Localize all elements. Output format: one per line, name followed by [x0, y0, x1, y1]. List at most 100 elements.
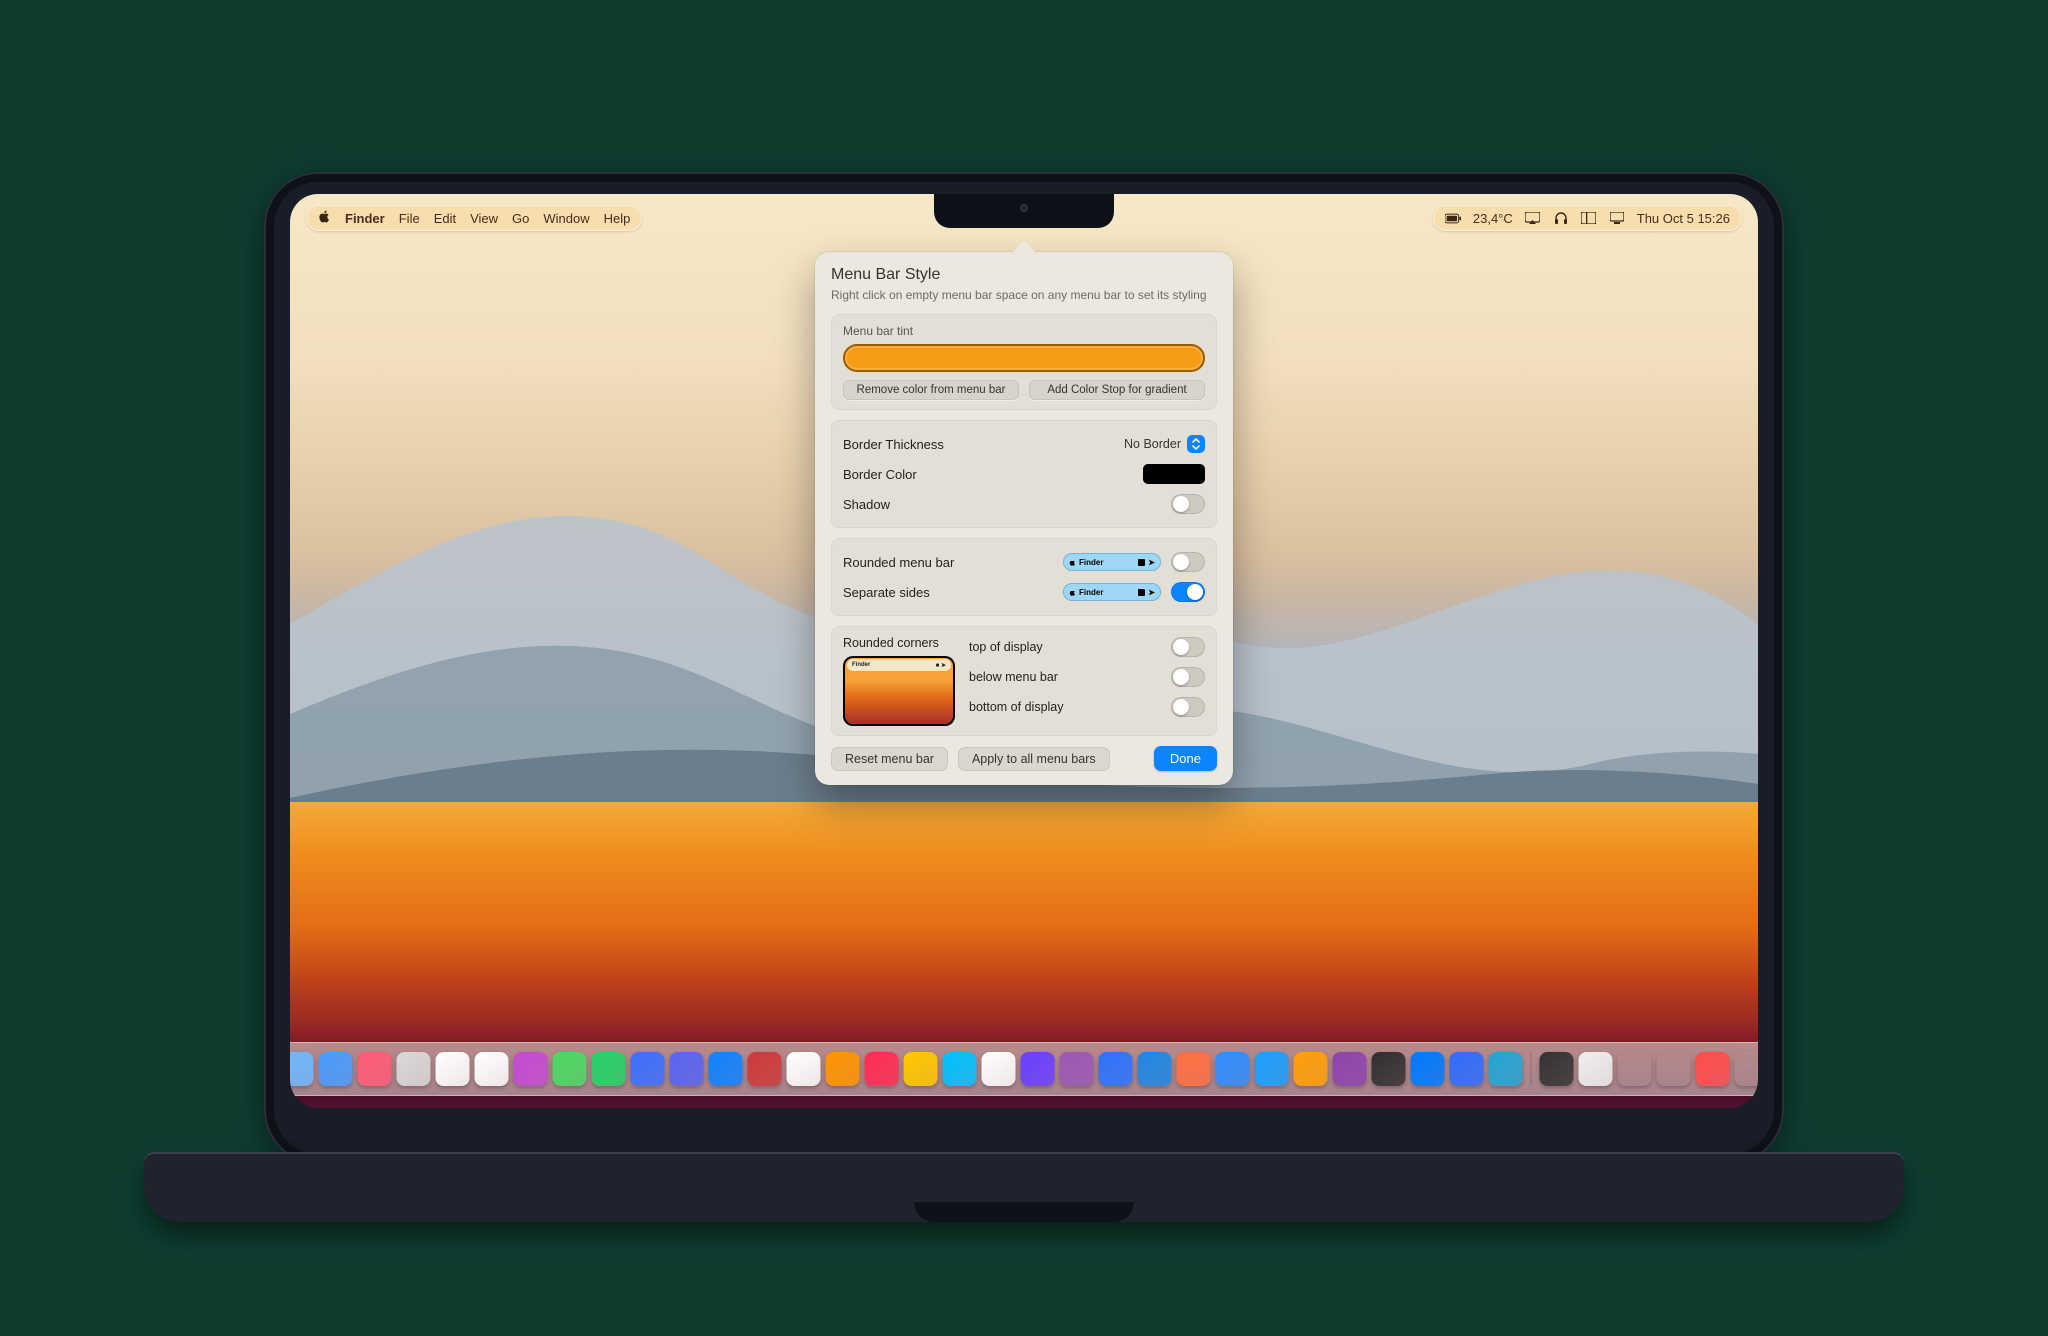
- dock-app[interactable]: [1216, 1052, 1250, 1086]
- stage-manager-icon[interactable]: [1581, 210, 1597, 226]
- menubar-item-window[interactable]: Window: [543, 211, 589, 226]
- menubar-right-pill: 23,4°C Thu Oct 5 15:26: [1433, 205, 1742, 231]
- section-border: Border Thickness No Border Border Color …: [831, 420, 1217, 528]
- popover-title: Menu Bar Style: [831, 266, 1217, 284]
- dock-app[interactable]: [1618, 1052, 1652, 1086]
- dock-app[interactable]: [1060, 1052, 1094, 1086]
- dock-app[interactable]: [475, 1052, 509, 1086]
- add-color-stop-button[interactable]: Add Color Stop for gradient: [1029, 380, 1205, 400]
- section-tint: Menu bar tint Remove color from menu bar…: [831, 314, 1217, 410]
- dock-app[interactable]: [1489, 1052, 1523, 1086]
- remove-color-button[interactable]: Remove color from menu bar: [843, 380, 1019, 400]
- border-color-swatch[interactable]: [1143, 464, 1205, 484]
- tint-label: Menu bar tint: [843, 324, 1205, 338]
- dock-app[interactable]: [709, 1052, 743, 1086]
- dock-app[interactable]: [1450, 1052, 1484, 1086]
- menubar-item-edit[interactable]: Edit: [434, 211, 456, 226]
- corner-bottom-toggle[interactable]: [1171, 697, 1205, 717]
- dock-app[interactable]: [787, 1052, 821, 1086]
- dock-app[interactable]: [1696, 1052, 1730, 1086]
- camera-dot: [1020, 204, 1028, 212]
- dock-app[interactable]: [1021, 1052, 1055, 1086]
- border-color-label: Border Color: [843, 467, 917, 482]
- corner-bottom-label: bottom of display: [969, 700, 1064, 714]
- menubar-temperature[interactable]: 23,4°C: [1473, 211, 1513, 226]
- menubar-item-go[interactable]: Go: [512, 211, 529, 226]
- dock-app[interactable]: [319, 1052, 353, 1086]
- popover-subtitle: Right click on empty menu bar space on a…: [831, 288, 1217, 302]
- battery-icon[interactable]: [1445, 210, 1461, 226]
- dock-app[interactable]: [1255, 1052, 1289, 1086]
- rounded-corners-label: Rounded corners: [843, 636, 955, 650]
- dock-app[interactable]: [1099, 1052, 1133, 1086]
- popover-container: Menu Bar Style Right click on empty menu…: [815, 240, 1233, 785]
- laptop-frame: Finder File Edit View Go Window Help 23,…: [264, 172, 1784, 1164]
- laptop-hinge-notch: [914, 1202, 1134, 1222]
- screen-mirror-icon[interactable]: [1525, 210, 1541, 226]
- border-thickness-label: Border Thickness: [843, 437, 944, 452]
- menubar-item-help[interactable]: Help: [604, 211, 631, 226]
- menubar-extra-icon[interactable]: [1609, 210, 1625, 226]
- menubar-app-name[interactable]: Finder: [345, 211, 385, 226]
- menubar-left-pill: Finder File Edit View Go Window Help: [306, 205, 642, 231]
- dock-app[interactable]: [1138, 1052, 1172, 1086]
- rounded-menubar-toggle[interactable]: [1171, 552, 1205, 572]
- apply-all-button[interactable]: Apply to all menu bars: [958, 747, 1110, 771]
- chevron-updown-icon: [1187, 435, 1205, 453]
- section-corners: Rounded corners Finder■ ➤ top of display: [831, 626, 1217, 736]
- dock-app[interactable]: [826, 1052, 860, 1086]
- menubar-item-view[interactable]: View: [470, 211, 498, 226]
- separate-preview: Finder ➤: [1063, 583, 1161, 601]
- dock-app[interactable]: [553, 1052, 587, 1086]
- headphones-icon[interactable]: [1553, 210, 1569, 226]
- menubar-datetime[interactable]: Thu Oct 5 15:26: [1637, 211, 1730, 226]
- dock-app[interactable]: [748, 1052, 782, 1086]
- border-thickness-value: No Border: [1124, 437, 1181, 451]
- dock-app[interactable]: [1372, 1052, 1406, 1086]
- dock-app[interactable]: [1579, 1052, 1613, 1086]
- dock-app[interactable]: [358, 1052, 392, 1086]
- dock-divider: [1531, 1052, 1532, 1086]
- corner-below-label: below menu bar: [969, 670, 1058, 684]
- separate-sides-toggle[interactable]: [1171, 582, 1205, 602]
- dock-app[interactable]: [1735, 1052, 1759, 1086]
- dock-app[interactable]: [514, 1052, 548, 1086]
- dock-app[interactable]: [436, 1052, 470, 1086]
- popover-footer: Reset menu bar Apply to all menu bars Do…: [831, 746, 1217, 771]
- dock-app[interactable]: [290, 1052, 314, 1086]
- dock-app[interactable]: [1177, 1052, 1211, 1086]
- dock-app[interactable]: [670, 1052, 704, 1086]
- done-button[interactable]: Done: [1154, 746, 1217, 771]
- apple-menu-icon[interactable]: [318, 210, 331, 226]
- dock-app[interactable]: [1333, 1052, 1367, 1086]
- tint-color-bar[interactable]: [843, 344, 1205, 372]
- dock-app[interactable]: [631, 1052, 665, 1086]
- screen: Finder File Edit View Go Window Help 23,…: [290, 194, 1758, 1108]
- section-rounded: Rounded menu bar Finder ➤ Separate sides: [831, 538, 1217, 616]
- shadow-label: Shadow: [843, 497, 890, 512]
- menu-bar-style-popover: Menu Bar Style Right click on empty menu…: [815, 252, 1233, 785]
- dock-app[interactable]: [592, 1052, 626, 1086]
- reset-menu-bar-button[interactable]: Reset menu bar: [831, 747, 948, 771]
- corner-top-label: top of display: [969, 640, 1043, 654]
- dock-app[interactable]: [1294, 1052, 1328, 1086]
- dock-app[interactable]: [865, 1052, 899, 1086]
- dock-app[interactable]: [982, 1052, 1016, 1086]
- dock-app[interactable]: [1411, 1052, 1445, 1086]
- popover-arrow: [1013, 240, 1035, 252]
- dock: [290, 1042, 1758, 1096]
- dock-app[interactable]: [1540, 1052, 1574, 1086]
- dock-app[interactable]: [397, 1052, 431, 1086]
- corner-below-toggle[interactable]: [1171, 667, 1205, 687]
- display-notch: [934, 194, 1114, 228]
- corners-preview: Finder■ ➤: [843, 656, 955, 726]
- dock-app[interactable]: [904, 1052, 938, 1086]
- rounded-menubar-label: Rounded menu bar: [843, 555, 954, 570]
- rounded-preview-single: Finder ➤: [1063, 553, 1161, 571]
- dock-app[interactable]: [1657, 1052, 1691, 1086]
- menubar-item-file[interactable]: File: [399, 211, 420, 226]
- corner-top-toggle[interactable]: [1171, 637, 1205, 657]
- dock-app[interactable]: [943, 1052, 977, 1086]
- shadow-toggle[interactable]: [1171, 494, 1205, 514]
- border-thickness-select[interactable]: No Border: [1124, 435, 1205, 453]
